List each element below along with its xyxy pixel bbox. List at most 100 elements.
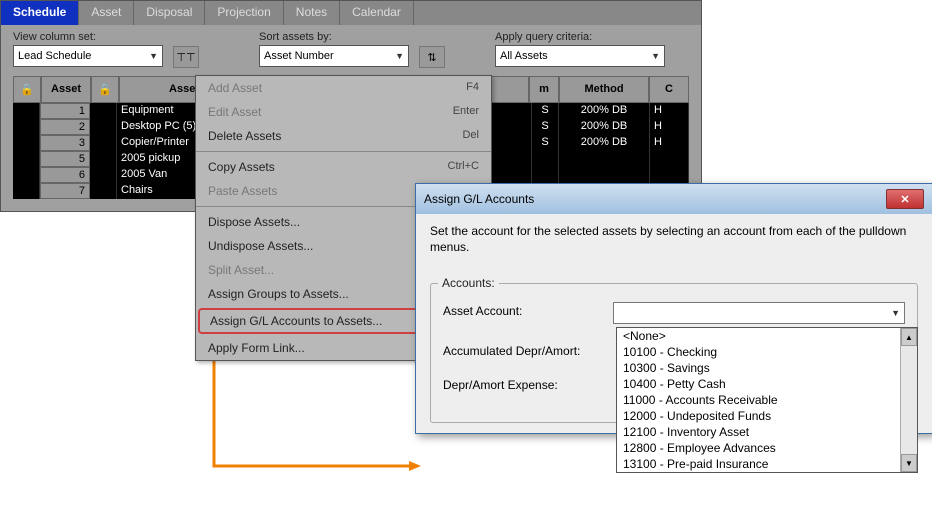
menu-item-label: Apply Form Link... <box>208 341 305 355</box>
accum-depr-label: Accumulated Depr/Amort: <box>443 342 603 358</box>
cell-num: 5 <box>40 151 90 167</box>
tab-disposal[interactable]: Disposal <box>134 1 205 25</box>
cell-method <box>559 167 650 183</box>
depr-expense-label: Depr/Amort Expense: <box>443 376 603 392</box>
query-value: All Assets <box>500 50 548 62</box>
sort-order-icon[interactable]: ⇅ <box>419 46 445 68</box>
cell-num: 3 <box>40 135 90 151</box>
tab-notes[interactable]: Notes <box>284 1 340 25</box>
account-option[interactable]: 11000 - Accounts Receivable <box>617 392 900 408</box>
col-method[interactable]: Method <box>559 76 649 103</box>
menu-item-label: Assign G/L Accounts to Assets... <box>210 314 382 328</box>
menu-item-label: Assign Groups to Assets... <box>208 287 349 301</box>
chevron-down-icon: ▼ <box>651 51 660 61</box>
close-button[interactable]: ✕ <box>886 189 924 209</box>
sort-value: Asset Number <box>264 50 334 62</box>
cell-s: S <box>532 135 559 151</box>
cell-num: 6 <box>40 167 90 183</box>
account-option[interactable]: <None> <box>617 328 900 344</box>
cell-lock <box>13 103 40 119</box>
menu-item[interactable]: Copy AssetsCtrl+C <box>196 155 491 179</box>
dialog-instruction: Set the account for the selected assets … <box>430 224 918 255</box>
cell-lock <box>90 183 117 199</box>
dialog-title-text: Assign G/L Accounts <box>424 192 534 206</box>
cell-num: 2 <box>40 119 90 135</box>
account-option[interactable]: 10100 - Checking <box>617 344 900 360</box>
chevron-down-icon: ▼ <box>891 308 900 318</box>
tab-bar: Schedule Asset Disposal Projection Notes… <box>1 1 701 25</box>
scroll-down-icon[interactable]: ▼ <box>901 454 917 472</box>
chevron-down-icon: ▼ <box>149 51 158 61</box>
query-dropdown[interactable]: All Assets ▼ <box>495 45 665 67</box>
account-option[interactable]: 10300 - Savings <box>617 360 900 376</box>
menu-item-shortcut: Del <box>462 129 479 143</box>
account-option[interactable]: 12000 - Undeposited Funds <box>617 408 900 424</box>
menu-item-label: Add Asset <box>208 81 262 95</box>
cell-num: 7 <box>40 183 90 199</box>
col-asset-num[interactable]: Asset <box>41 76 91 103</box>
tab-projection[interactable]: Projection <box>205 1 283 25</box>
cell-h: H <box>650 135 689 151</box>
controls-row: View column set: Lead Schedule ▼ ⊤⊤ Sort… <box>1 25 701 70</box>
cell-lock <box>90 167 117 183</box>
cell-lock <box>90 151 117 167</box>
cell-method: 200% DB <box>559 119 650 135</box>
view-column-dropdown[interactable]: Lead Schedule ▼ <box>13 45 163 67</box>
col-lock-icon[interactable]: 🔒 <box>91 76 119 103</box>
dialog-titlebar[interactable]: Assign G/L Accounts ✕ <box>416 184 932 214</box>
chevron-down-icon: ▼ <box>395 51 404 61</box>
cell-lock <box>90 135 117 151</box>
cell-h: H <box>650 119 689 135</box>
cell-num: 1 <box>40 103 90 119</box>
cell-s: S <box>532 103 559 119</box>
account-option[interactable]: 10400 - Petty Cash <box>617 376 900 392</box>
assign-gl-dialog: Assign G/L Accounts ✕ Set the account fo… <box>415 183 932 434</box>
menu-item-label: Copy Assets <box>208 160 275 174</box>
cell-h: H <box>650 103 689 119</box>
account-option[interactable]: 13100 - Pre-paid Insurance <box>617 456 900 472</box>
cell-method: 200% DB <box>559 103 650 119</box>
scroll-up-icon[interactable]: ▲ <box>901 328 917 346</box>
menu-separator <box>196 151 491 152</box>
menu-item-shortcut: F4 <box>466 81 479 95</box>
tab-schedule[interactable]: Schedule <box>1 1 79 25</box>
filter-icon[interactable]: ⊤⊤ <box>173 46 199 68</box>
menu-item-label: Delete Assets <box>208 129 281 143</box>
scrollbar[interactable]: ▲ ▼ <box>900 328 917 472</box>
cell-lock <box>13 135 40 151</box>
menu-item-label: Paste Assets <box>208 184 277 198</box>
menu-item-shortcut: Enter <box>453 105 479 119</box>
accounts-group-label: Accounts: <box>438 276 499 290</box>
col-m[interactable]: m <box>529 76 559 103</box>
cell-lock <box>13 167 40 183</box>
menu-item[interactable]: Delete Assets Del <box>196 124 491 148</box>
asset-account-dropdown[interactable]: ▼ <box>613 302 905 324</box>
cell-method <box>559 151 650 167</box>
menu-item-label: Dispose Assets... <box>208 215 300 229</box>
view-column-value: Lead Schedule <box>18 50 91 62</box>
scroll-track[interactable] <box>901 346 917 454</box>
col-c[interactable]: C <box>649 76 689 103</box>
cell-h <box>650 151 689 167</box>
sort-label: Sort assets by: <box>259 31 409 43</box>
menu-item: Edit Asset Enter <box>196 100 491 124</box>
cell-s: S <box>532 119 559 135</box>
tab-calendar[interactable]: Calendar <box>340 1 414 25</box>
sort-dropdown[interactable]: Asset Number ▼ <box>259 45 409 67</box>
cell-lock <box>13 151 40 167</box>
menu-item: Add Asset F4 <box>196 76 491 100</box>
account-option[interactable]: 12800 - Employee Advances <box>617 440 900 456</box>
cell-lock <box>13 119 40 135</box>
view-column-label: View column set: <box>13 31 163 43</box>
tab-asset[interactable]: Asset <box>79 1 134 25</box>
cell-method: 200% DB <box>559 135 650 151</box>
account-option[interactable]: 12100 - Inventory Asset <box>617 424 900 440</box>
cell-s <box>532 151 559 167</box>
menu-item-label: Undispose Assets... <box>208 239 313 253</box>
cell-lock <box>13 183 40 199</box>
cell-lock <box>90 103 117 119</box>
col-lock-icon[interactable]: 🔒 <box>13 76 41 103</box>
cell-lock <box>90 119 117 135</box>
dialog-body: Set the account for the selected assets … <box>416 214 932 433</box>
menu-item-label: Edit Asset <box>208 105 261 119</box>
